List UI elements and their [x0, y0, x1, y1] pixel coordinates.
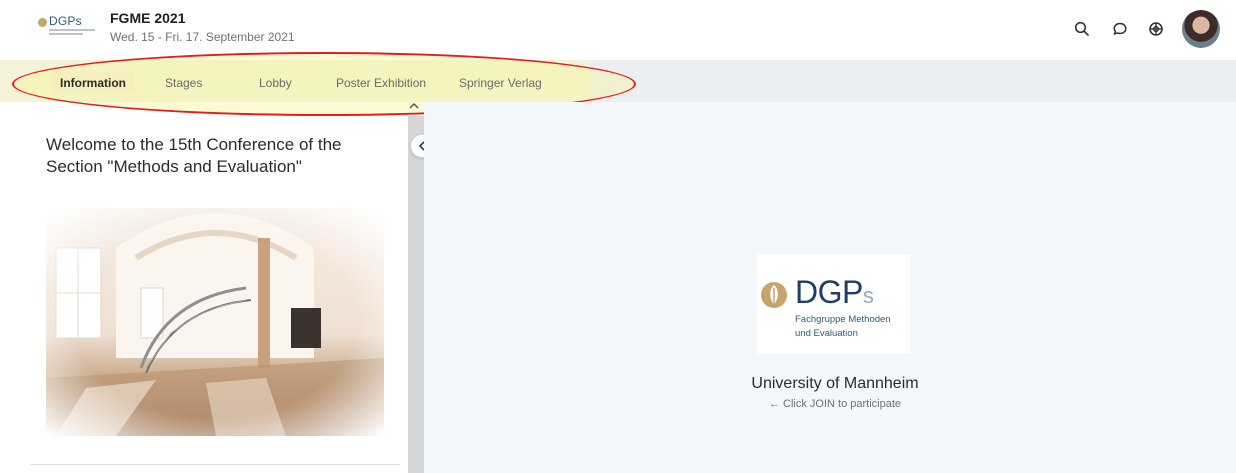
dgps-logo-suffix: s [862, 283, 874, 308]
venue-photo [46, 208, 384, 436]
panel-divider-line [30, 464, 400, 465]
chevron-up-icon[interactable] [406, 102, 422, 116]
top-header: DGPs FGME 2021 Wed. 15 - Fri. 17. Septem… [0, 0, 1236, 60]
event-title: FGME 2021 [110, 10, 186, 26]
dgps-logo-main: DGP [795, 274, 863, 310]
dgps-logo-line1: Fachgruppe Methoden [795, 314, 891, 325]
dgps-logo-line2: und Evaluation [795, 328, 858, 339]
dgps-logo: DGPs Fachgruppe Methoden und Evaluation [757, 254, 910, 354]
tab-stages[interactable]: Stages [157, 72, 210, 94]
join-hint: ← Click JOIN to participate [768, 398, 902, 410]
help-icon[interactable] [1145, 18, 1167, 40]
dgps-leaf-icon [757, 278, 791, 317]
logo-mark-icon [38, 18, 47, 27]
avatar[interactable] [1182, 10, 1220, 48]
event-date: Wed. 15 - Fri. 17. September 2021 [110, 30, 295, 44]
tab-information[interactable]: Information [52, 72, 134, 94]
welcome-title: Welcome to the 15th Conference of the Se… [46, 135, 342, 176]
tab-poster-exhibition[interactable]: Poster Exhibition [328, 72, 434, 94]
chat-icon[interactable] [1109, 18, 1131, 40]
search-icon[interactable] [1071, 18, 1093, 40]
venue-name: University of Mannheim [751, 375, 919, 392]
dgps-logo-small[interactable]: DGPs [38, 14, 96, 40]
tab-springer-verlag[interactable]: Springer Verlag [451, 72, 550, 94]
panel-splitter[interactable] [408, 116, 424, 473]
tab-lobby[interactable]: Lobby [251, 72, 300, 94]
logo-text: DGPs [49, 14, 82, 28]
